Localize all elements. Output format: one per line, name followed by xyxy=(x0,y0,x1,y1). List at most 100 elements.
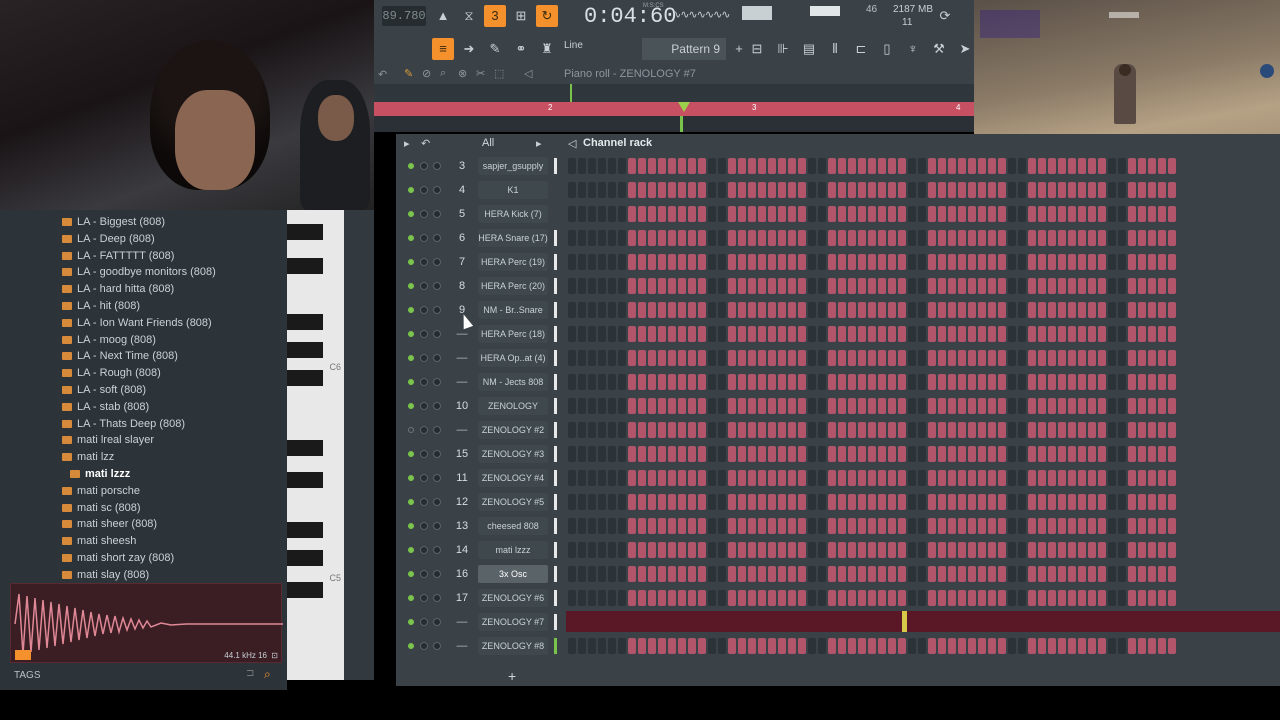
step-button[interactable] xyxy=(908,374,916,390)
step-button[interactable] xyxy=(858,494,866,510)
step-button[interactable] xyxy=(1158,182,1166,198)
selection-bar[interactable] xyxy=(554,542,557,558)
step-button[interactable] xyxy=(1038,302,1046,318)
browser-item[interactable]: mati sheesh xyxy=(62,533,136,549)
step-button[interactable] xyxy=(928,278,936,294)
step-button[interactable] xyxy=(768,590,776,606)
step-button[interactable] xyxy=(608,518,616,534)
step-button[interactable] xyxy=(568,182,576,198)
channel-row[interactable]: 15 ZENOLOGY #3 xyxy=(396,443,1280,465)
step-button[interactable] xyxy=(728,494,736,510)
mixer-track-number[interactable]: 10 xyxy=(448,395,476,417)
step-button[interactable] xyxy=(798,590,806,606)
step-button[interactable] xyxy=(868,398,876,414)
step-button[interactable] xyxy=(598,206,606,222)
step-button[interactable] xyxy=(658,470,666,486)
step-button[interactable] xyxy=(618,278,626,294)
step-button[interactable] xyxy=(578,374,586,390)
step-button[interactable] xyxy=(1068,638,1076,654)
pan-knob[interactable] xyxy=(420,306,428,314)
step-button[interactable] xyxy=(958,566,966,582)
step-button[interactable] xyxy=(888,398,896,414)
pan-knob[interactable] xyxy=(420,402,428,410)
channel-mute-led[interactable] xyxy=(408,235,414,241)
browser-item[interactable]: LA - soft (808) xyxy=(62,382,146,398)
step-button[interactable] xyxy=(998,230,1006,246)
step-button[interactable] xyxy=(738,590,746,606)
step-button[interactable] xyxy=(1098,566,1106,582)
step-button[interactable] xyxy=(1118,518,1126,534)
step-button[interactable] xyxy=(958,446,966,462)
step-button[interactable] xyxy=(988,278,996,294)
step-button[interactable] xyxy=(1128,326,1136,342)
step-button[interactable] xyxy=(788,182,796,198)
step-button[interactable] xyxy=(1128,518,1136,534)
step-button[interactable] xyxy=(938,158,946,174)
step-sequencer[interactable] xyxy=(568,350,1178,366)
channel-mute-led[interactable] xyxy=(408,283,414,289)
step-button[interactable] xyxy=(1158,398,1166,414)
step-sequencer[interactable] xyxy=(568,638,1178,654)
step-button[interactable] xyxy=(1158,302,1166,318)
step-button[interactable] xyxy=(758,542,766,558)
step-button[interactable] xyxy=(1168,326,1176,342)
step-button[interactable] xyxy=(908,470,916,486)
select-tool-icon[interactable]: ⬚ xyxy=(494,67,504,80)
pan-knob[interactable] xyxy=(420,426,428,434)
step-button[interactable] xyxy=(1138,398,1146,414)
step-button[interactable] xyxy=(998,206,1006,222)
step-button[interactable] xyxy=(1138,422,1146,438)
step-button[interactable] xyxy=(818,566,826,582)
step-button[interactable] xyxy=(598,542,606,558)
step-button[interactable] xyxy=(1048,470,1056,486)
step-button[interactable] xyxy=(758,566,766,582)
step-button[interactable] xyxy=(638,206,646,222)
channel-row[interactable]: — HERA Perc (18) xyxy=(396,323,1280,345)
step-button[interactable] xyxy=(758,494,766,510)
step-button[interactable] xyxy=(868,374,876,390)
step-button[interactable] xyxy=(918,422,926,438)
step-button[interactable] xyxy=(1148,494,1156,510)
step-button[interactable] xyxy=(728,566,736,582)
step-button[interactable] xyxy=(608,566,616,582)
step-button[interactable] xyxy=(628,206,636,222)
mute-tool-icon[interactable]: ⊗ xyxy=(458,67,467,80)
browser-item[interactable]: mati sheer (808) xyxy=(62,516,157,532)
more-arrow-icon[interactable]: ➤ xyxy=(954,38,976,60)
step-button[interactable] xyxy=(1018,302,1026,318)
metronome-icon[interactable]: ▲ xyxy=(432,5,454,27)
step-button[interactable] xyxy=(1128,182,1136,198)
step-button[interactable] xyxy=(898,230,906,246)
step-button[interactable] xyxy=(798,446,806,462)
step-button[interactable] xyxy=(1168,398,1176,414)
step-button[interactable] xyxy=(1018,206,1026,222)
step-button[interactable] xyxy=(978,542,986,558)
step-button[interactable] xyxy=(968,302,976,318)
step-button[interactable] xyxy=(958,494,966,510)
step-button[interactable] xyxy=(998,518,1006,534)
step-button[interactable] xyxy=(1118,206,1126,222)
step-button[interactable] xyxy=(628,254,636,270)
step-button[interactable] xyxy=(728,278,736,294)
step-button[interactable] xyxy=(838,158,846,174)
step-button[interactable] xyxy=(1148,398,1156,414)
step-button[interactable] xyxy=(708,350,716,366)
step-button[interactable] xyxy=(1118,254,1126,270)
step-button[interactable] xyxy=(1028,230,1036,246)
step-button[interactable] xyxy=(608,470,616,486)
step-button[interactable] xyxy=(1058,518,1066,534)
snap-selector[interactable]: Line xyxy=(564,40,583,51)
step-button[interactable] xyxy=(838,230,846,246)
step-button[interactable] xyxy=(828,398,836,414)
speaker-icon[interactable]: ◁ xyxy=(568,137,576,150)
step-button[interactable] xyxy=(568,326,576,342)
channel-name-button[interactable]: HERA Snare (17) xyxy=(478,229,548,247)
step-button[interactable] xyxy=(848,350,856,366)
channel-row[interactable]: 4 K1 xyxy=(396,179,1280,201)
step-button[interactable] xyxy=(848,566,856,582)
step-button[interactable] xyxy=(588,302,596,318)
step-button[interactable] xyxy=(1138,350,1146,366)
step-button[interactable] xyxy=(798,206,806,222)
link-icon[interactable]: ⚭ xyxy=(510,38,532,60)
step-button[interactable] xyxy=(788,470,796,486)
